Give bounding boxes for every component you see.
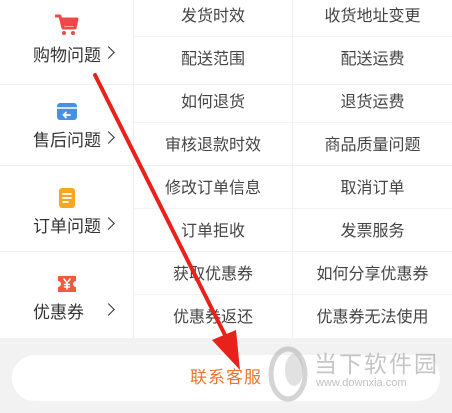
category-shopping[interactable]: 购物问题 <box>0 0 134 84</box>
question-change-address[interactable]: 收货地址变更 <box>293 0 452 37</box>
category-order[interactable]: 订单问题 <box>0 166 134 251</box>
category-row-coupon: 优惠券 获取优惠券 如何分享优惠券 优惠券返还 优惠券无法使用 <box>0 252 452 338</box>
chevron-right-icon <box>102 46 115 59</box>
question-how-to-return[interactable]: 如何退货 <box>134 80 293 123</box>
category-row-order: 订单问题 修改订单信息 取消订单 订单拒收 发票服务 <box>0 166 452 252</box>
shopping-cart-icon <box>54 14 79 36</box>
category-label: 优惠券 <box>33 303 84 323</box>
contact-support-label: 联系客服 <box>190 368 262 388</box>
chevron-right-icon <box>102 131 115 144</box>
help-category-grid: 购物问题 发货时效 收货地址变更 配送范围 配送运费 售后问题 如何退货 退货运… <box>0 0 452 343</box>
category-row-shopping: 购物问题 发货时效 收货地址变更 配送范围 配送运费 <box>0 0 452 85</box>
category-label: 购物问题 <box>33 46 101 66</box>
question-coupon-refund[interactable]: 优惠券返还 <box>134 295 293 338</box>
question-refund-review-time[interactable]: 审核退款时效 <box>134 123 293 166</box>
category-label: 订单问题 <box>33 217 101 237</box>
category-coupon[interactable]: 优惠券 <box>0 252 134 338</box>
question-product-quality[interactable]: 商品质量问题 <box>293 123 452 166</box>
category-row-aftersale: 售后问题 如何退货 退货运费 审核退款时效 商品质量问题 <box>0 80 452 166</box>
question-delivery-range[interactable]: 配送范围 <box>134 37 293 80</box>
chevron-right-icon <box>102 217 115 230</box>
question-share-coupon[interactable]: 如何分享优惠券 <box>293 252 452 295</box>
question-cancel-order[interactable]: 取消订单 <box>293 166 452 209</box>
question-coupon-unusable[interactable]: 优惠券无法使用 <box>293 295 452 338</box>
question-delivery-fee[interactable]: 配送运费 <box>293 37 452 80</box>
question-invoice-service[interactable]: 发票服务 <box>293 209 452 252</box>
return-icon <box>55 100 79 122</box>
question-modify-order[interactable]: 修改订单信息 <box>134 166 293 209</box>
order-list-icon <box>55 187 79 209</box>
question-get-coupon[interactable]: 获取优惠券 <box>134 252 293 295</box>
question-return-fee[interactable]: 退货运费 <box>293 80 452 123</box>
category-aftersale[interactable]: 售后问题 <box>0 80 134 165</box>
coupon-icon <box>55 273 79 295</box>
category-label: 售后问题 <box>33 131 101 151</box>
contact-support-button[interactable]: 联系客服 <box>12 355 440 401</box>
chevron-right-icon <box>102 303 115 316</box>
footer-bar: 联系客服 <box>0 338 452 413</box>
question-reject-order[interactable]: 订单拒收 <box>134 209 293 252</box>
question-shipping-time[interactable]: 发货时效 <box>134 0 293 37</box>
